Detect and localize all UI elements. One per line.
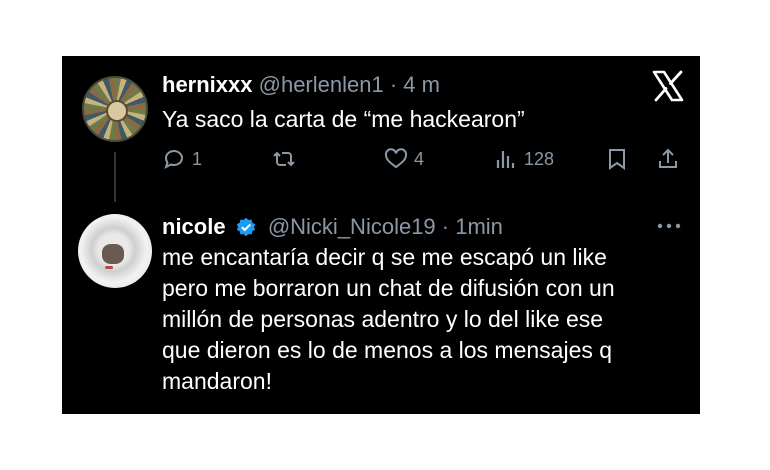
views-icon (496, 151, 515, 168)
timestamp[interactable]: · 1min (442, 214, 503, 239)
tweet-card: hernixxx @herlenlen1 · 4 m Ya saco la ca… (62, 56, 700, 414)
user-handle[interactable]: @herlenlen1 (259, 72, 384, 97)
retweet-icon (273, 151, 295, 167)
tweet-text-line: me encantaría decir q se me escapó un li… (162, 244, 607, 270)
tweet-text-line: millón de personas adentro y lo del like… (162, 306, 604, 332)
avatar[interactable] (78, 214, 152, 288)
share-button[interactable] (656, 146, 680, 172)
tweet-header: hernixxx @herlenlen1 · 4 m (162, 72, 440, 98)
thread-line (114, 152, 116, 202)
reply-button[interactable]: 1 (162, 146, 202, 172)
share-icon (659, 148, 677, 168)
reply-icon (164, 150, 183, 169)
views-count: 128 (524, 148, 555, 169)
bookmark-icon (609, 149, 625, 170)
timestamp[interactable]: · 4 m (390, 72, 440, 97)
like-count: 4 (414, 148, 425, 169)
user-handle[interactable]: @Nicki_Nicole19 (268, 214, 436, 239)
x-logo-icon (652, 70, 684, 102)
tweet-text: Ya saco la carta de “me hackearon” (162, 106, 525, 132)
tweet-header: nicole @Nicki_Nicole19 · 1min (162, 214, 503, 240)
retweet-button[interactable] (272, 146, 296, 172)
views-button[interactable]: 128 (494, 146, 554, 172)
more-options-icon[interactable] (656, 222, 682, 230)
avatar[interactable] (82, 76, 148, 142)
tweet-text-line: pero me borraron un chat de difusión con… (162, 275, 615, 301)
display-name[interactable]: hernixxx (162, 72, 253, 97)
like-button[interactable]: 4 (384, 146, 424, 172)
bookmark-button[interactable] (605, 146, 629, 172)
tweet-text-line: que dieron es lo de menos a los mensajes… (162, 337, 613, 363)
display-name[interactable]: nicole (162, 214, 226, 239)
tweet-text: me encantaría decir q se me escapó un li… (162, 242, 682, 397)
reply-count: 1 (192, 148, 203, 169)
tweet-text-line: mandaron! (162, 368, 272, 394)
verified-badge-icon (236, 217, 255, 237)
like-icon (384, 148, 408, 169)
